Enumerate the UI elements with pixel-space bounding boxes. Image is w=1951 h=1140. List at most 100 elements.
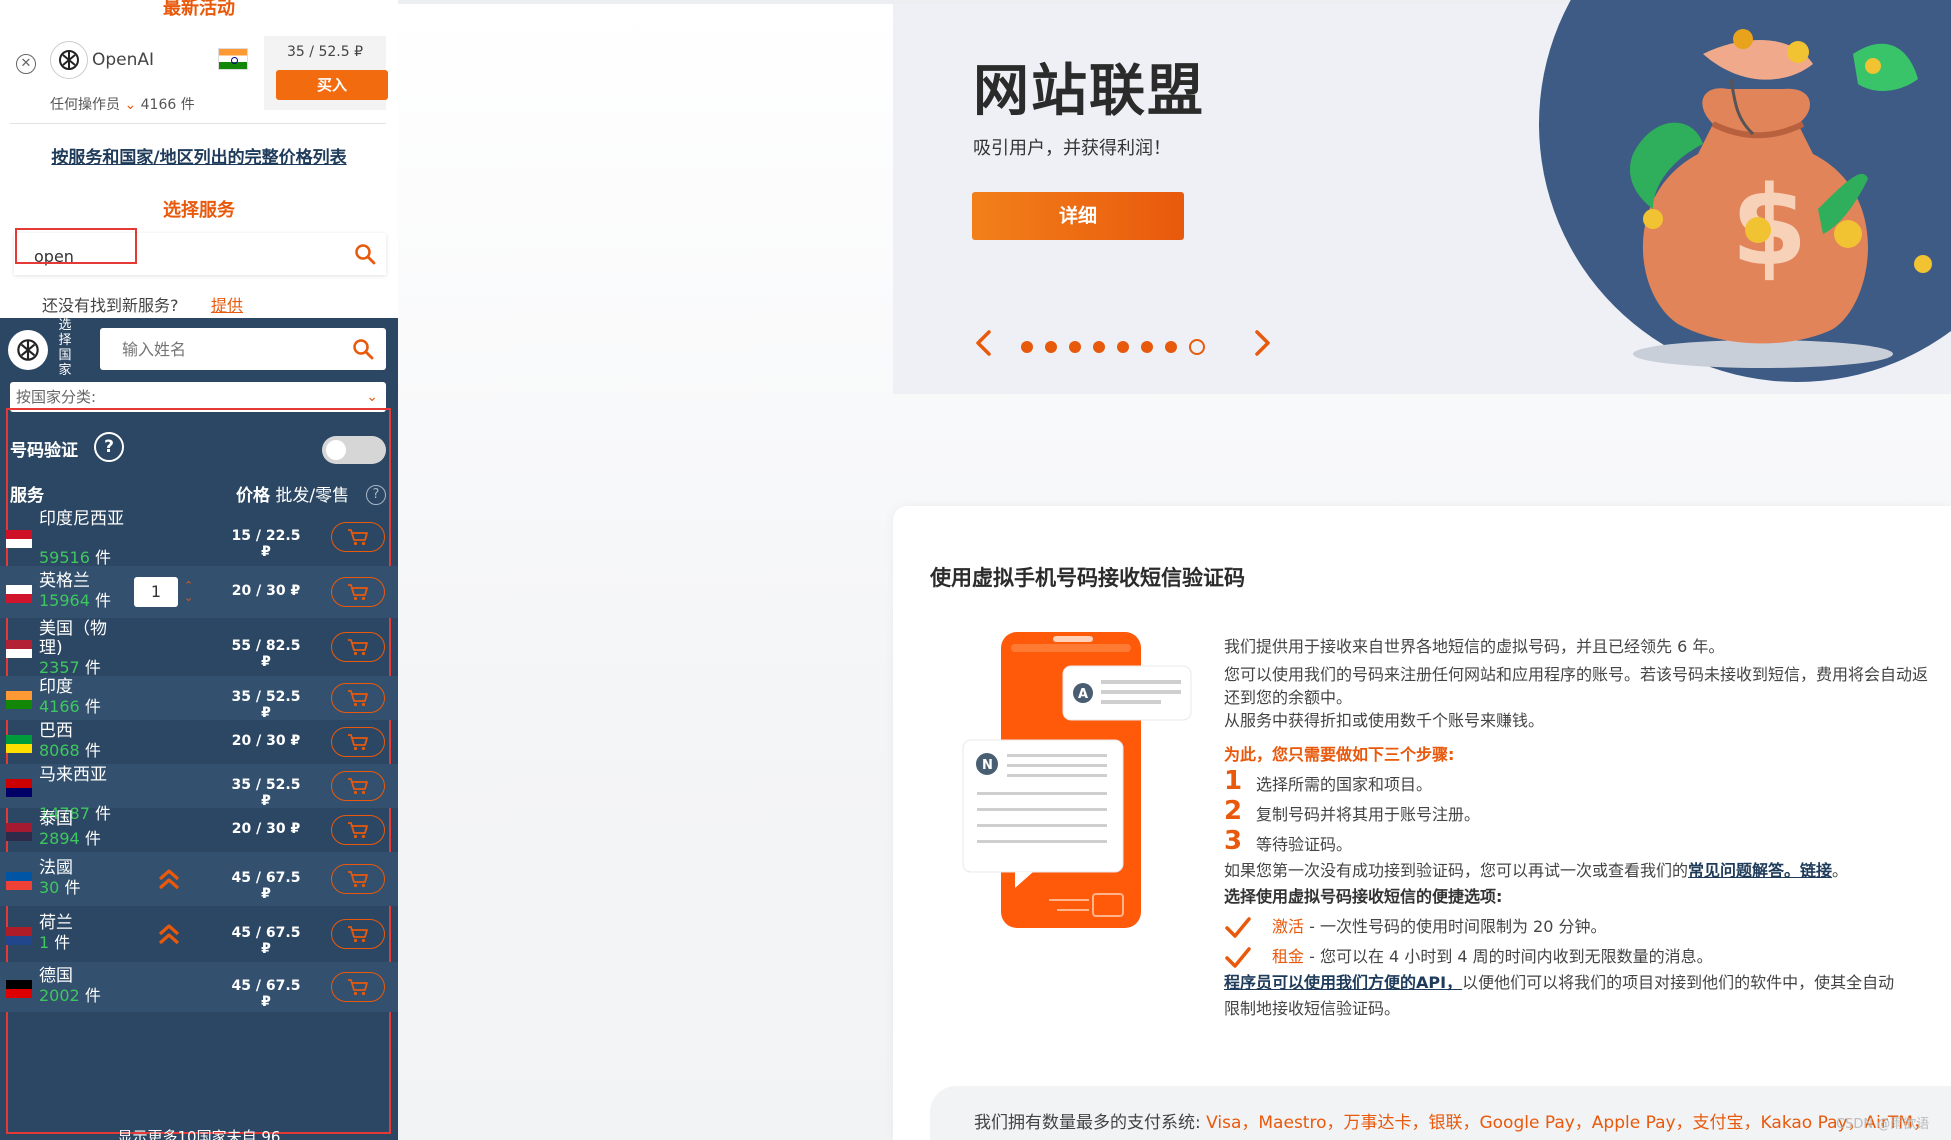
carousel-dot[interactable] [1165, 341, 1177, 353]
country-name: 印度尼西亚 [39, 509, 124, 529]
carousel-dot-active[interactable] [1189, 339, 1205, 355]
add-to-cart-button[interactable] [331, 815, 385, 845]
country-row[interactable]: 英格兰 15964 件 20 / 30 ₽ 1 ⌃ ⌄ [0, 566, 398, 618]
country-row[interactable]: 美国（物理) 2357 件 55 / 82.5 ₽ [0, 618, 398, 677]
country-row[interactable]: 印度尼西亚 59516 件 15 / 22.5 ₽ [0, 508, 398, 567]
country-row[interactable]: 马来西亚 14787 件 35 / 52.5 ₽ [0, 764, 398, 823]
option-key[interactable]: 激活 [1272, 917, 1304, 936]
search-icon[interactable] [354, 243, 376, 265]
annotation-box [15, 228, 137, 264]
chevron-left-icon[interactable] [971, 328, 997, 358]
count-unit: 件 [84, 986, 101, 1005]
count-number: 2357 [39, 658, 80, 677]
offer-price-box: 35 / 52.5 ₽ 买入 [264, 36, 388, 110]
add-to-cart-button[interactable] [331, 522, 385, 552]
country-count: 8068 件 [39, 741, 101, 760]
add-to-cart-button[interactable] [331, 727, 385, 757]
country-sort-select[interactable]: 按国家分类: ⌄ [10, 382, 386, 412]
help-icon[interactable]: ? [94, 432, 124, 462]
step-text: 复制号码并将其用于账号注册。 [1256, 805, 1481, 824]
quantity-stepper-icon[interactable]: ⌃ ⌄ [184, 580, 193, 604]
country-price: 20 / 30 ₽ [231, 733, 301, 749]
cart-icon [348, 822, 368, 839]
country-count: 2002 件 [39, 986, 101, 1005]
price-header-rest: 批发/零售 [275, 486, 350, 506]
payment-text: 我们拥有数量最多的支付系统: Visa，Maestro，万事达卡，银联，Goog… [974, 1108, 1930, 1133]
count-number: 2002 [39, 986, 80, 1005]
info-paragraph: 您可以使用我们的号码来注册任何网站和应用程序的账号。若该号码未接收到短信，费用将… [1224, 665, 1929, 684]
count-number: 2894 [39, 829, 80, 848]
faq-prefix: 如果您第一次没有成功接到验证码，您可以再试一次或查看我们的 [1224, 861, 1689, 880]
chevron-right-icon[interactable] [1249, 328, 1275, 358]
country-price: 20 / 30 ₽ [231, 821, 301, 837]
show-more-link[interactable]: 显示更多10国家未自 96 [0, 1126, 398, 1140]
step-number: 1 [1224, 766, 1243, 796]
offer-operator[interactable]: 任何操作员 ⌄ 4166 件 [50, 94, 195, 114]
quantity-input[interactable]: 1 [134, 577, 178, 607]
buy-button[interactable]: 买入 [276, 70, 388, 100]
country-name: 法國 [39, 858, 73, 878]
country-price: 45 / 67.5 ₽ [231, 870, 301, 902]
carousel-dot[interactable] [1021, 341, 1033, 353]
column-header-price: 价格 批发/零售 [236, 481, 349, 506]
offer-service-name: OpenAI [92, 50, 155, 70]
country-row[interactable]: 法國 30 件 45 / 67.5 ₽ [0, 852, 398, 906]
info-paragraph: 从服务中获得折扣或使用数千个账号来赚钱。 [1224, 711, 1545, 730]
cart-icon [348, 734, 368, 751]
svg-text:N: N [982, 758, 993, 773]
carousel-dot[interactable] [1045, 341, 1057, 353]
count-number: 30 [39, 878, 60, 897]
add-to-cart-button[interactable] [331, 683, 385, 713]
count-unit: 件 [64, 878, 81, 897]
country-row[interactable]: 荷兰 1 件 45 / 67.5 ₽ [0, 906, 398, 962]
country-row[interactable]: 印度 4166 件 35 / 52.5 ₽ [0, 676, 398, 721]
openai-logo-icon [8, 330, 48, 370]
offer-row: ✕ OpenAI 任何操作员 ⌄ 4166 件 35 / 52.5 ₽ 买入 [10, 36, 388, 124]
carousel-dot[interactable] [1141, 341, 1153, 353]
cart-icon [348, 926, 368, 943]
country-row[interactable]: 泰国 2894 件 20 / 30 ₽ [0, 808, 398, 852]
add-to-cart-button[interactable] [331, 632, 385, 662]
count-unit: 件 [84, 741, 101, 760]
offer-count: 4166 件 [140, 97, 195, 113]
column-header-service: 服务 [10, 486, 44, 506]
add-to-cart-button[interactable] [331, 577, 385, 607]
add-to-cart-button[interactable] [331, 919, 385, 949]
carousel-dot[interactable] [1093, 341, 1105, 353]
carousel-dot[interactable] [1069, 341, 1081, 353]
country-search-input[interactable] [122, 335, 342, 363]
country-price: 45 / 67.5 ₽ [231, 925, 301, 957]
country-count: 1 件 [39, 933, 70, 952]
svg-text:A: A [1078, 687, 1088, 702]
add-to-cart-button[interactable] [331, 864, 385, 894]
step-item: 1 选择所需的国家和项目。 [1224, 768, 1951, 798]
country-count: 4166 件 [39, 697, 101, 716]
country-flag-icon [6, 779, 32, 797]
close-icon[interactable]: ✕ [16, 54, 36, 74]
country-panel: 选择国家 按国家分类: ⌄ 号码验证 ? 服务 价格 批发/零售 ? 印度尼西亚… [0, 318, 398, 1140]
country-flag-icon [6, 927, 32, 945]
help-icon[interactable]: ? [366, 485, 386, 505]
api-link[interactable]: 程序员可以使用我们方便的API， [1224, 973, 1462, 992]
country-price: 35 / 52.5 ₽ [231, 689, 301, 721]
verify-toggle[interactable] [322, 436, 386, 464]
operator-label: 任何操作员 [50, 97, 120, 113]
india-flag-icon [218, 48, 248, 70]
details-button[interactable]: 详细 [972, 192, 1184, 240]
add-to-cart-button[interactable] [331, 771, 385, 801]
payment-methods[interactable]: Visa，Maestro，万事达卡，银联，Google Pay，Apple Pa… [1206, 1113, 1930, 1133]
steps-title: 为此，您只需要做如下三个步骤: [1224, 745, 1455, 764]
count-unit: 件 [84, 658, 101, 677]
country-row[interactable]: 巴西 8068 件 20 / 30 ₽ [0, 720, 398, 764]
add-to-cart-button[interactable] [331, 972, 385, 1002]
banner-subtitle: 吸引用户，并获得利润！ [973, 138, 1171, 159]
faq-link[interactable]: 常见问题解答。链接 [1688, 861, 1832, 880]
search-icon[interactable] [352, 338, 374, 360]
api-line: 程序员可以使用我们方便的API，以便他们可以将我们的项目对接到他们的软件中，使其… [1224, 970, 1951, 996]
option-key[interactable]: 租金 [1272, 947, 1304, 966]
price-list-link[interactable]: 按服务和国家/地区列出的完整价格列表 [0, 143, 398, 168]
country-row[interactable]: 德国 2002 件 45 / 67.5 ₽ [0, 962, 398, 1012]
carousel-dot[interactable] [1117, 341, 1129, 353]
suggest-service-link[interactable]: 提供 [211, 292, 243, 316]
info-text: 我们提供用于接收来自世界各地短信的虚拟号码，并且已经领先 6 年。 您可以使用我… [1224, 634, 1951, 1022]
